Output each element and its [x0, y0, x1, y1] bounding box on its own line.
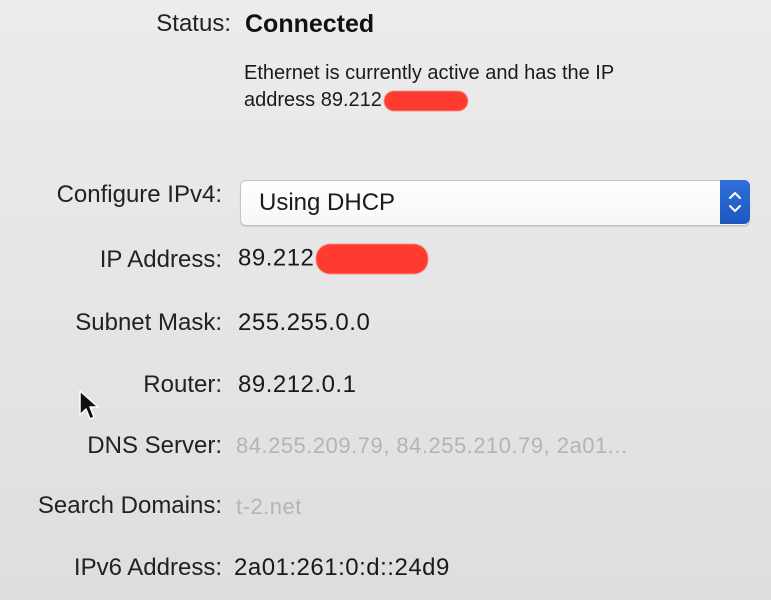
dns-server-label: DNS Server:	[87, 432, 222, 459]
configure-ipv4-selected: Using DHCP	[259, 189, 396, 216]
ip-address-value: 89.212	[238, 244, 429, 274]
ipv6-address-value: 2a01:261:0:d::24d9	[234, 554, 450, 581]
status-description-line1: Ethernet is currently active and has the…	[244, 62, 615, 84]
status-description-line2: address 89.212	[244, 87, 714, 114]
dns-server-value: 84.255.209.79, 84.255.210.79, 2a01...	[236, 433, 628, 458]
ip-address-prefix: 89.212	[238, 244, 315, 272]
configure-ipv4-popup[interactable]: Using DHCP	[240, 180, 750, 226]
redaction-mark	[316, 244, 429, 274]
network-settings-panel: Status: Connected Ethernet is currently …	[0, 0, 771, 600]
mouse-pointer-icon	[78, 389, 100, 428]
status-ip-prefix: address 89.212	[244, 89, 382, 111]
status-value: Connected	[245, 10, 375, 38]
status-label: Status:	[156, 10, 231, 37]
up-down-chevron-icon[interactable]	[720, 180, 750, 224]
redaction-mark	[383, 90, 468, 111]
router-value: 89.212.0.1	[238, 371, 357, 398]
subnet-mask-label: Subnet Mask:	[75, 309, 222, 336]
status-description: Ethernet is currently active and has the…	[244, 60, 714, 114]
subnet-mask-value: 255.255.0.0	[238, 309, 371, 336]
search-domains-value: t-2.net	[236, 494, 302, 519]
router-label: Router:	[143, 371, 222, 398]
ipv6-address-label: IPv6 Address:	[73, 554, 222, 581]
ip-address-label: IP Address:	[99, 246, 222, 273]
search-domains-label: Search Domains:	[37, 492, 222, 519]
configure-ipv4-label: Configure IPv4:	[56, 181, 222, 208]
